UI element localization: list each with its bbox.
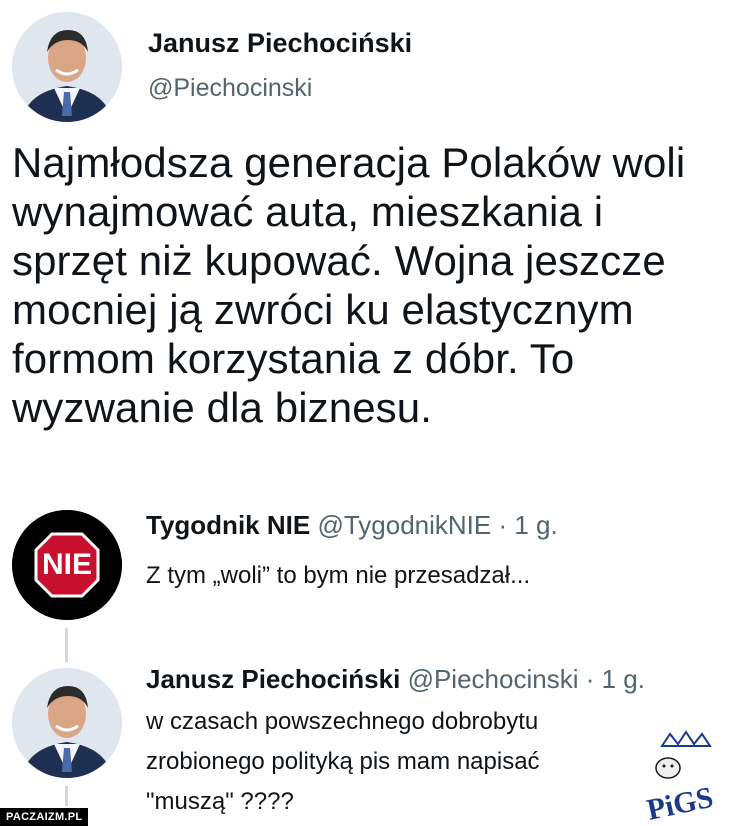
reply-time[interactable]: · 1 g. [498,510,557,540]
reply-time[interactable]: · 1 g. [586,664,645,694]
reply-avatar-nie[interactable]: NIE [12,510,122,620]
tweet-line: Najmłodsza generacja Polaków woli [12,139,686,186]
watermark-label: PACZAIZM.PL [0,808,89,826]
pigs-stamp-logo: PiGS [640,730,732,826]
person-portrait-icon [12,668,122,778]
person-portrait-icon [12,12,122,122]
reply-line: zrobionego polityką pis mam napisać [146,748,540,775]
thread-line [65,628,68,662]
reply-line: w czasach powszechnego dobrobytu [146,708,539,735]
reply-header: Tygodnik NIE @TygodnikNIE · 1 g. [146,510,558,541]
reply-author-name[interactable]: Janusz Piechociński [146,664,400,694]
stop-sign-label: NIE [41,548,92,581]
crown-pig-logo-icon: PiGS [644,730,716,826]
reply-author-handle[interactable]: @TygodnikNIE [317,510,491,540]
reply-avatar-piechocinski[interactable] [12,668,122,778]
tweet-line: wynajmować auta, mieszkania i [12,188,604,235]
tweet-line: wyzwanie dla biznesu. [12,384,432,431]
reply-text: Z tym „woli” to bym nie przesadzał... [146,562,531,589]
author-handle[interactable]: @Piechocinski [148,74,312,103]
author-name[interactable]: Janusz Piechociński [148,28,412,59]
tweet-line: sprzęt niż kupować. Wojna jeszcze [12,237,666,284]
reply-author-name[interactable]: Tygodnik NIE [146,510,310,540]
reply-line: "muszą" ???? [146,788,294,815]
tweet-text: Najmłodsza generacja Polaków woli wynajm… [12,138,732,432]
author-avatar[interactable] [12,12,122,122]
reply-header: Janusz Piechociński @Piechocinski · 1 g. [146,664,645,695]
reply-author-handle[interactable]: @Piechocinski [408,664,579,694]
tweet-line: formom korzystania z dóbr. To [12,335,575,382]
svg-text:PiGS: PiGS [644,781,716,820]
reply-text: w czasach powszechnego dobrobytu zrobion… [146,702,540,822]
tweet-line: mocniej ją zwróci ku elastycznym [12,286,634,333]
thread-line [65,786,68,806]
